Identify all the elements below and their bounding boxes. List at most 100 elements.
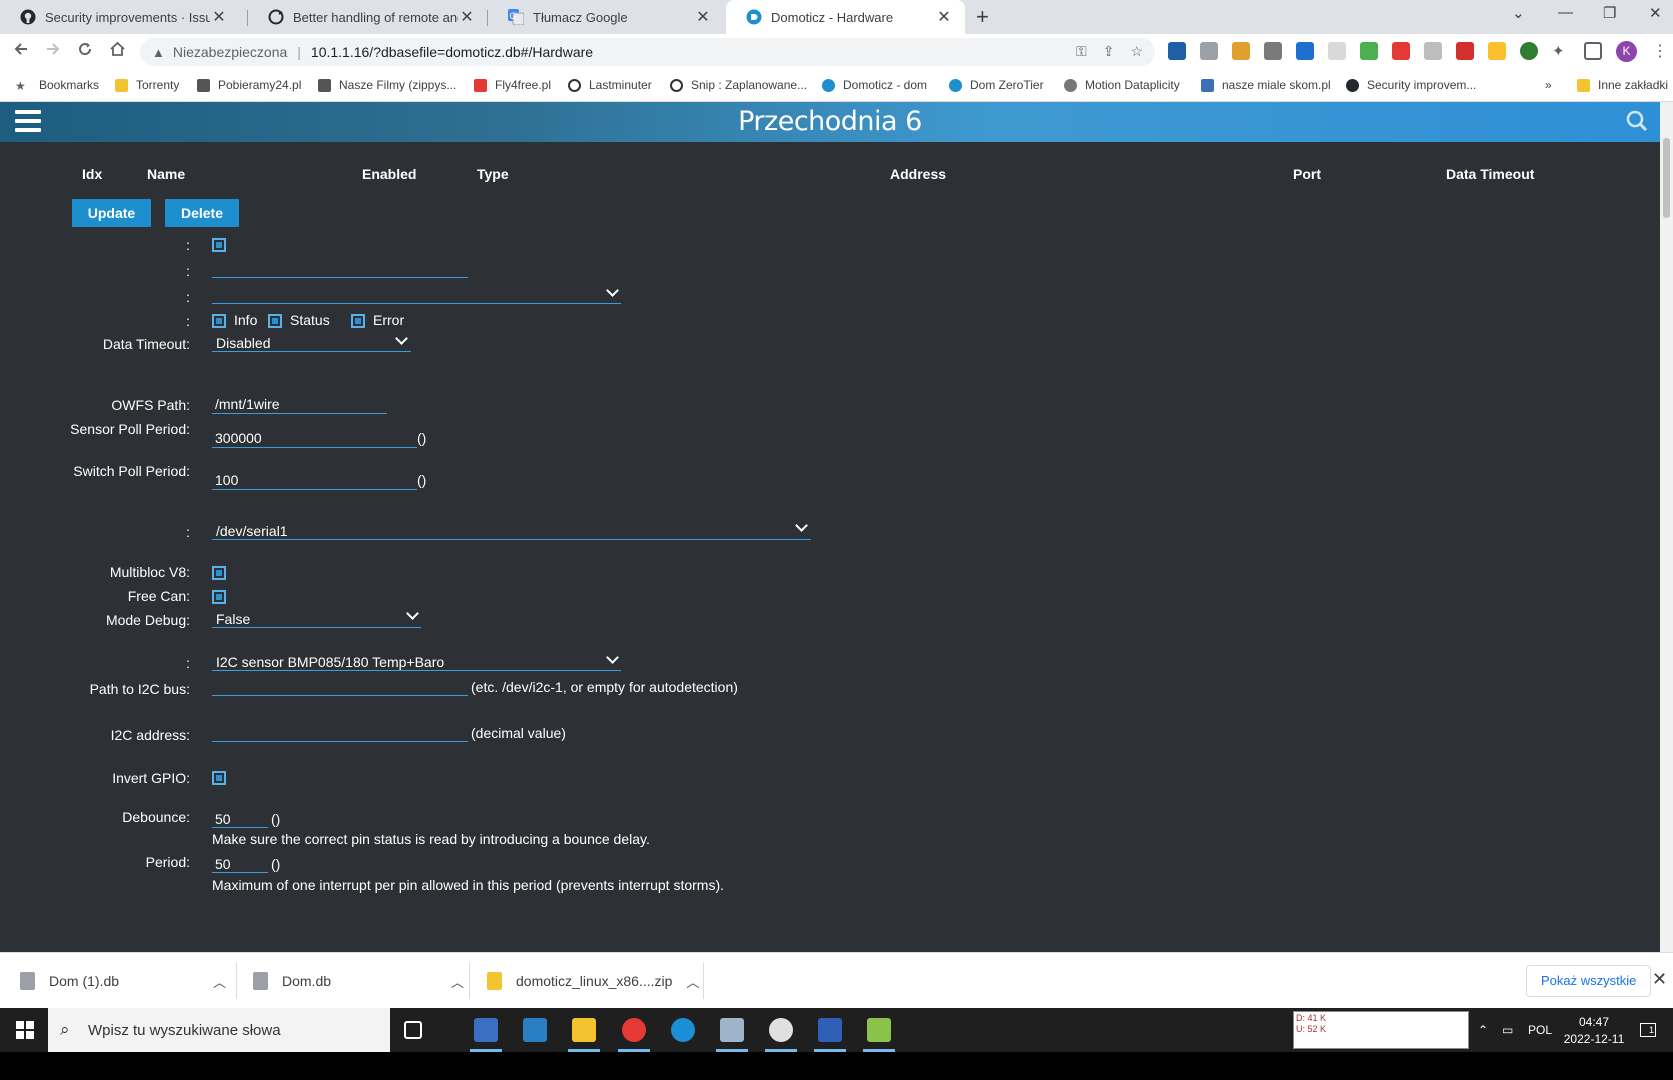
extension-icon[interactable] [1456,42,1474,60]
tab-search-icon[interactable]: ⌄ [1512,4,1525,22]
extension-icon[interactable] [1424,42,1442,60]
multibloc-checkbox[interactable] [212,566,226,580]
i2c-bus-input[interactable] [212,674,468,696]
scrollbar-thumb[interactable] [1663,138,1670,218]
download-item[interactable]: Dom.db ︿ [253,953,464,1009]
bookmark-item[interactable]: Motion Dataplicity [1064,78,1180,92]
switch-poll-input[interactable] [212,468,417,490]
name-input[interactable] [212,256,468,278]
bookmark-item[interactable]: Snip : Zaplanowane... [670,78,807,92]
extension-icon[interactable] [1488,42,1506,60]
extension-icon[interactable] [1520,42,1538,60]
minimize-button[interactable]: — [1558,4,1573,21]
tab-close-icon[interactable]: ✕ [210,7,228,27]
other-bookmarks[interactable]: Inne zakładki [1577,78,1668,92]
reload-button[interactable] [77,41,93,62]
enabled-checkbox[interactable] [212,238,226,252]
app-icon[interactable] [720,1018,744,1042]
url-text[interactable]: 10.1.1.16/?dbasefile=domoticz.db#/Hardwa… [311,44,593,60]
page-scrollbar[interactable] [1660,102,1673,952]
bookmark-item[interactable]: nasze miale skom.pl [1201,78,1331,92]
column-header-type[interactable]: Type [477,166,509,182]
network-app-icon[interactable] [818,1018,842,1042]
update-button[interactable]: Update [72,199,151,227]
app-icon[interactable] [523,1018,547,1042]
side-panel-icon[interactable] [1584,42,1602,60]
chevron-up-icon[interactable]: ︿ [451,972,464,991]
chevron-up-icon[interactable]: ︿ [213,972,226,991]
chevron-up-icon[interactable]: ︿ [686,972,699,991]
notifications-icon[interactable]: 1 [1640,1008,1656,1052]
pdf-extension-icon[interactable] [1168,42,1186,60]
log-info-checkbox[interactable] [212,314,226,328]
puzzle-icon[interactable]: ✦ [1552,42,1570,60]
close-downloads-icon[interactable]: ✕ [1652,969,1667,990]
freecan-checkbox[interactable] [212,590,226,604]
key-icon[interactable]: ⚿ [1076,43,1087,60]
extension-icon[interactable] [1232,42,1250,60]
taskbar-search-box[interactable]: ⌕ Wpisz tu wyszukiwane słowa [48,1008,390,1052]
column-header-port[interactable]: Port [1293,166,1321,182]
tab-close-icon[interactable]: ✕ [935,7,953,27]
star-icon[interactable]: ☆ [1130,43,1143,60]
tray-overflow-icon[interactable]: ⌃ [1478,1008,1488,1052]
search-icon[interactable] [1626,110,1648,132]
invert-gpio-checkbox[interactable] [212,771,226,785]
security-label[interactable]: Niezabezpieczona [173,44,287,60]
column-header-idx[interactable]: Idx [82,166,102,182]
bookmark-item[interactable]: Lastminuter [568,78,652,92]
maximize-button[interactable]: ❐ [1603,4,1616,22]
delete-button[interactable]: Delete [165,199,239,227]
log-error-checkbox[interactable] [351,314,365,328]
bookmark-item[interactable]: Nasze Filmy (zippys... [318,78,456,92]
tab-security-improvements[interactable]: Security improvements · Issue #5 ✕ [0,0,240,34]
windows-start-icon[interactable] [16,1021,34,1039]
extension-icon[interactable] [1328,42,1346,60]
camera-extension-icon[interactable] [1200,42,1218,60]
home-button[interactable] [109,41,126,62]
bookmark-item[interactable]: Pobieramy24.pl [197,78,301,92]
hardware-type-select[interactable] [212,282,621,304]
share-icon[interactable]: ⇪ [1103,43,1115,60]
forward-button[interactable] [45,41,61,62]
file-explorer-icon[interactable] [572,1018,596,1042]
app-icon[interactable] [769,1018,793,1042]
column-header-enabled[interactable]: Enabled [362,166,416,182]
bookmark-item[interactable]: Torrenty [115,78,179,92]
task-view-icon[interactable] [404,1021,422,1039]
column-header-address[interactable]: Address [890,166,946,182]
extension-icon[interactable] [1392,42,1410,60]
floppy-app-icon[interactable] [474,1018,498,1042]
bookmark-item[interactable]: Domoticz - dom [822,78,927,92]
network-monitor-widget[interactable]: D: 41 K U: 52 K [1293,1011,1469,1049]
extension-icon[interactable] [1296,42,1314,60]
extension-icon[interactable] [1264,42,1282,60]
bookmark-item[interactable]: Security improvem... [1346,78,1476,92]
bookmarks-overflow-button[interactable]: » [1545,78,1552,92]
download-item[interactable]: domoticz_linux_x86....zip ︿ [487,953,699,1009]
tab-close-icon[interactable]: ✕ [458,7,476,27]
log-status-checkbox[interactable] [268,314,282,328]
warning-icon[interactable]: ▲ [152,45,165,60]
chrome-icon[interactable] [622,1018,646,1042]
tab-close-icon[interactable]: ✕ [694,7,712,27]
bookmark-item[interactable]: Dom ZeroTier [949,78,1044,92]
new-tab-button[interactable]: + [976,4,989,30]
app-icon[interactable] [867,1018,891,1042]
bookmark-item[interactable]: Fly4free.pl [474,78,551,92]
network-icon[interactable]: ▭ [1502,1008,1513,1052]
address-bar[interactable]: ▲ Niezabezpieczona | 10.1.1.16/?dbasefil… [140,38,1155,66]
tab-google-translate[interactable]: G Tłumacz Google ✕ [488,0,724,34]
clock[interactable]: 04:47 2022-12-11 [1563,1008,1625,1052]
bookmark-item[interactable]: ★ Bookmarks [15,78,99,93]
edge-icon[interactable] [671,1018,695,1042]
back-button[interactable] [13,41,29,62]
menu-dots-icon[interactable]: ⋮ [1652,41,1668,61]
close-window-button[interactable]: ✕ [1649,4,1662,22]
profile-avatar[interactable]: K [1616,41,1637,62]
i2c-address-input[interactable] [212,720,468,742]
tab-domoticz-hardware[interactable]: Domoticz - Hardware ✕ [726,0,965,34]
serial-port-select[interactable] [212,518,811,540]
extension-icon[interactable] [1360,42,1378,60]
show-all-downloads-button[interactable]: Pokaż wszystkie [1526,965,1652,997]
